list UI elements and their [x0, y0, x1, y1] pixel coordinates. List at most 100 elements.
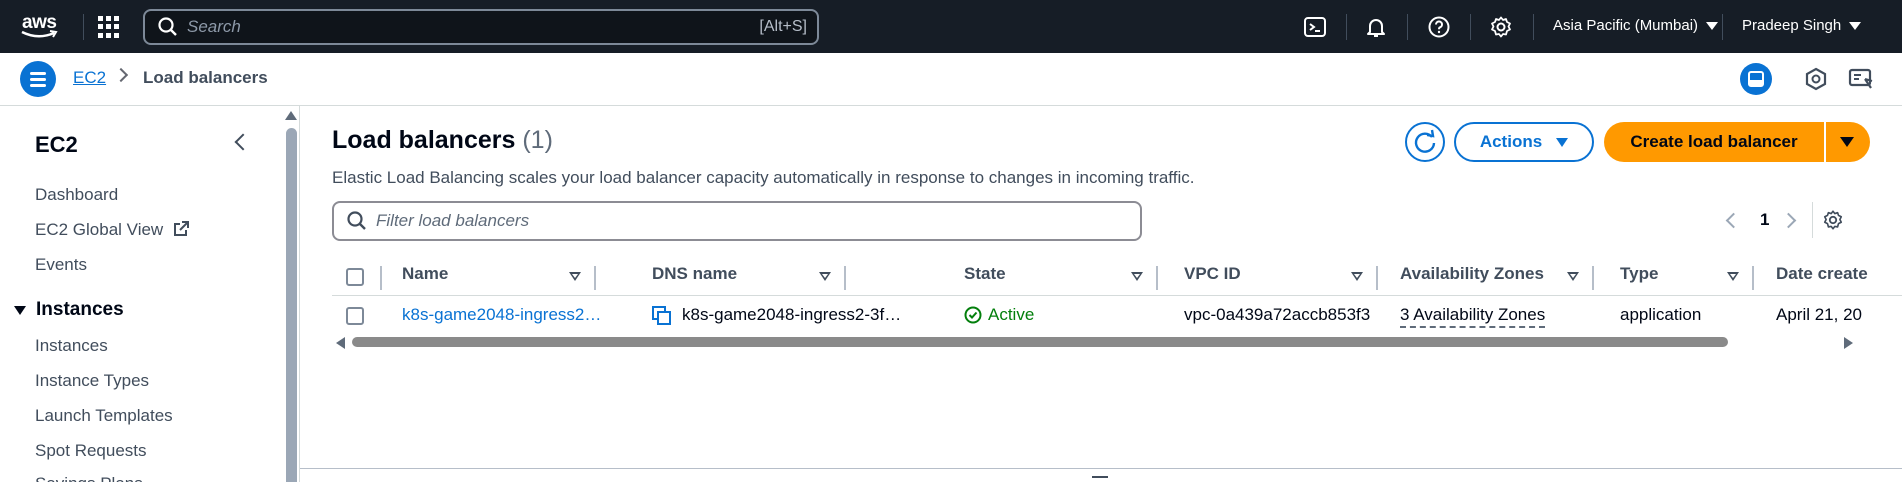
help-icon[interactable]: [1427, 15, 1451, 39]
column-header-date[interactable]: Date create: [1776, 264, 1868, 284]
nav-divider: [1470, 14, 1471, 40]
vpc-id: vpc-0a439a72accb853f3: [1184, 305, 1371, 324]
pagination-page[interactable]: 1: [1760, 210, 1769, 230]
chevron-down-icon: [1706, 21, 1719, 30]
sidebar-section-label: Instances: [36, 299, 124, 320]
table-horizontal-scrollbar[interactable]: [332, 335, 1902, 349]
state-status: Active: [964, 305, 1034, 325]
pagination-divider: [1812, 202, 1813, 238]
column-header-azs[interactable]: Availability Zones: [1400, 264, 1544, 284]
caret-down-icon: [14, 305, 26, 315]
availability-zones-popover[interactable]: 3 Availability Zones: [1400, 305, 1546, 328]
copy-icon[interactable]: [652, 306, 672, 326]
sort-icon[interactable]: [1131, 272, 1143, 281]
main-content: Load balancers (1) Elastic Load Balancin…: [300, 106, 1902, 482]
feedback-screen-icon[interactable]: [1845, 63, 1877, 95]
side-navigation: EC2 Dashboard EC2 Global View Events Ins…: [0, 106, 300, 482]
settings-gear-icon[interactable]: [1489, 15, 1513, 39]
row-checkbox[interactable]: [346, 307, 364, 325]
collapse-sidebar-icon[interactable]: [234, 133, 252, 151]
refresh-icon: [1414, 129, 1436, 153]
date-created: April 21, 20: [1776, 305, 1862, 324]
user-menu[interactable]: Pradeep Singh: [1742, 17, 1862, 34]
column-divider: [1376, 266, 1378, 290]
split-panel-divider: [300, 468, 1902, 469]
user-name: Pradeep Singh: [1742, 17, 1842, 34]
sidebar-item-instances[interactable]: Instances: [35, 336, 108, 356]
page-description: Elastic Load Balancing scales your load …: [332, 168, 1195, 187]
search-shortcut: [Alt+S]: [759, 18, 807, 35]
sidebar-item-instance-types[interactable]: Instance Types: [35, 371, 149, 391]
sidebar-title[interactable]: EC2: [35, 132, 78, 158]
column-divider: [1592, 266, 1594, 290]
resources-hexagon-icon[interactable]: [1800, 63, 1832, 95]
sort-icon[interactable]: [569, 272, 581, 281]
status-check-icon: [964, 306, 982, 324]
item-count: (1): [522, 126, 553, 154]
nav-divider: [1346, 14, 1347, 40]
nav-divider: [83, 14, 84, 40]
nav-divider: [1407, 14, 1408, 40]
sidebar-item-label: EC2 Global View: [35, 220, 164, 239]
actions-button[interactable]: Actions: [1454, 122, 1594, 162]
create-load-balancer-button[interactable]: Create load balancer: [1604, 122, 1824, 162]
column-header-vpc[interactable]: VPC ID: [1184, 264, 1241, 284]
select-all-checkbox[interactable]: [346, 268, 364, 286]
region-selector[interactable]: Asia Pacific (Mumbai): [1553, 17, 1719, 34]
split-panel-icon[interactable]: [1740, 63, 1772, 95]
cloudshell-icon[interactable]: [1303, 15, 1327, 39]
page-title: Load balancers (1): [332, 126, 553, 155]
notifications-bell-icon[interactable]: [1364, 15, 1388, 39]
create-dropdown-button[interactable]: [1826, 122, 1870, 162]
search-icon: [347, 211, 366, 230]
sidebar-item-launch-templates[interactable]: Launch Templates: [35, 406, 173, 426]
pagination-prev-icon[interactable]: [1725, 212, 1742, 229]
scroll-left-arrow-icon[interactable]: [336, 337, 345, 349]
global-search[interactable]: [Alt+S]: [143, 9, 819, 45]
sort-icon[interactable]: [1567, 272, 1579, 281]
preferences-gear-icon[interactable]: [1822, 209, 1844, 231]
search-icon: [158, 17, 177, 36]
column-header-dns[interactable]: DNS name: [652, 264, 737, 284]
column-divider: [844, 266, 846, 290]
sidebar-item-savings-plans[interactable]: Savings Plans: [35, 474, 143, 482]
filter-input[interactable]: [376, 211, 1116, 231]
sidebar-item-events[interactable]: Events: [35, 255, 87, 275]
pagination-next-icon[interactable]: [1780, 212, 1797, 229]
column-divider: [1752, 266, 1754, 290]
column-header-type[interactable]: Type: [1620, 264, 1658, 284]
menu-hamburger-icon[interactable]: [20, 61, 56, 97]
scrollbar-thumb[interactable]: [352, 337, 1728, 347]
breadcrumb-bar: EC2 Load balancers: [0, 53, 1902, 106]
column-divider: [1156, 266, 1158, 290]
split-panel-drag-handle[interactable]: [1092, 476, 1108, 478]
sort-icon[interactable]: [1727, 272, 1739, 281]
breadcrumb-ec2-link[interactable]: EC2: [73, 68, 106, 88]
scroll-right-arrow-icon[interactable]: [1844, 337, 1853, 349]
sidebar-section-instances[interactable]: Instances: [14, 299, 124, 321]
filter-box[interactable]: [332, 201, 1142, 241]
actions-label: Actions: [1479, 132, 1543, 151]
sidebar-scrollbar[interactable]: [286, 128, 297, 482]
sidebar-item-spot-requests[interactable]: Spot Requests: [35, 441, 147, 461]
sidebar-item-dashboard[interactable]: Dashboard: [35, 185, 118, 205]
table-row[interactable]: k8s-game2048-ingress2… k8s-game2048-ingr…: [332, 297, 1902, 335]
column-header-state[interactable]: State: [964, 264, 1006, 284]
scroll-up-arrow-icon[interactable]: [285, 111, 297, 120]
sort-icon[interactable]: [819, 272, 831, 281]
column-header-name[interactable]: Name: [402, 264, 448, 284]
breadcrumb-current: Load balancers: [143, 68, 268, 87]
page-title-text: Load balancers: [332, 126, 516, 154]
sidebar-item-global-view[interactable]: EC2 Global View: [35, 220, 190, 240]
top-navigation: aws [Alt+S] Asia Pacific (: [0, 0, 1902, 53]
services-grid-icon[interactable]: [98, 16, 120, 38]
sort-icon[interactable]: [1351, 272, 1363, 281]
region-label: Asia Pacific (Mumbai): [1553, 17, 1699, 34]
search-input[interactable]: [187, 17, 747, 37]
state-label: Active: [988, 305, 1035, 324]
refresh-button[interactable]: [1405, 122, 1445, 162]
aws-logo[interactable]: aws: [20, 12, 64, 42]
column-divider: [594, 266, 596, 290]
caret-down-icon: [1840, 137, 1854, 147]
lb-name-link[interactable]: k8s-game2048-ingress2…: [402, 305, 601, 325]
